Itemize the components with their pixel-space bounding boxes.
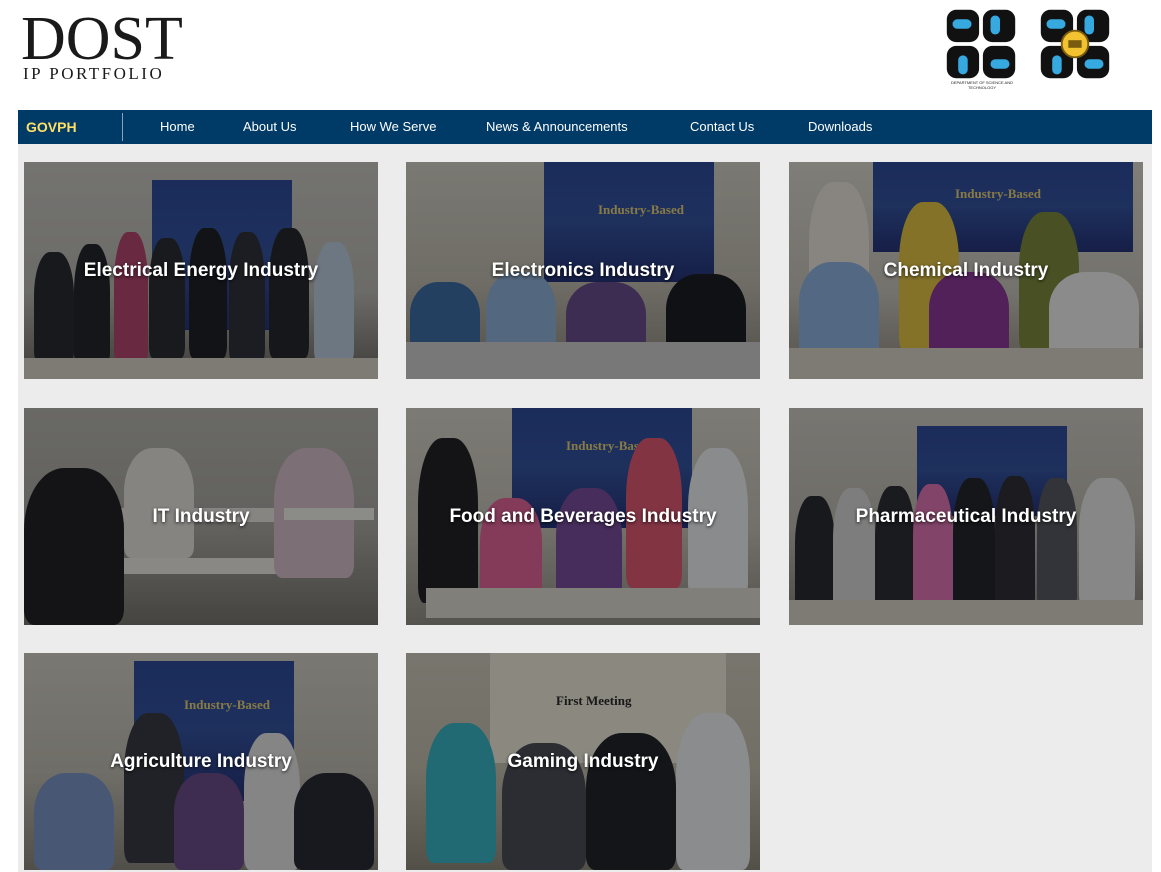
tile-overlay: [406, 653, 760, 870]
tile-overlay: [24, 162, 378, 379]
nav-item-about-us[interactable]: About Us: [243, 110, 296, 144]
tile-overlay: [24, 408, 378, 625]
tile-it[interactable]: IT Industry: [24, 408, 378, 625]
logo-title: DOST: [21, 5, 183, 73]
tile-chemical[interactable]: Industry-Based Chemical Industry: [789, 162, 1143, 379]
dost-region-seal-icon: [1040, 9, 1110, 79]
tile-overlay: [406, 408, 760, 625]
tile-gaming[interactable]: First Meeting Gaming Industry: [406, 653, 760, 870]
nav-item-contact-us[interactable]: Contact Us: [690, 110, 754, 144]
tile-agriculture[interactable]: Industry-Based Agriculture Industry: [24, 653, 378, 870]
nav-divider: [122, 113, 123, 141]
tile-electrical-energy[interactable]: Electrical Energy Industry: [24, 162, 378, 379]
nav-item-news-announcements[interactable]: News & Announcements: [486, 110, 628, 144]
tile-overlay: [24, 653, 378, 870]
nav-item-home[interactable]: Home: [160, 110, 195, 144]
industry-grid: Electrical Energy Industry Industry-Base…: [18, 144, 1152, 872]
dost-seal-icon: [946, 9, 1016, 79]
tile-overlay: [789, 162, 1143, 379]
tile-overlay: [789, 408, 1143, 625]
tile-overlay: [406, 162, 760, 379]
site-logo[interactable]: DOST IP PORTFOLIO: [21, 8, 241, 88]
main-nav: GOVPH Home About Us How We Serve News & …: [18, 110, 1152, 144]
logo-subtitle: IP PORTFOLIO: [23, 64, 165, 83]
seal-caption: DEPARTMENT OF SCIENCE AND TECHNOLOGY: [950, 80, 1013, 90]
tile-pharmaceutical[interactable]: Pharmaceutical Industry: [789, 408, 1143, 625]
tile-electronics[interactable]: Industry-Based Electronics Industry: [406, 162, 760, 379]
nav-govph-link[interactable]: GOVPH: [26, 110, 77, 144]
tile-food-beverages[interactable]: Industry-Based Food and Beverages Indust…: [406, 408, 760, 625]
nav-item-how-we-serve[interactable]: How We Serve: [350, 110, 436, 144]
nav-item-downloads[interactable]: Downloads: [808, 110, 872, 144]
